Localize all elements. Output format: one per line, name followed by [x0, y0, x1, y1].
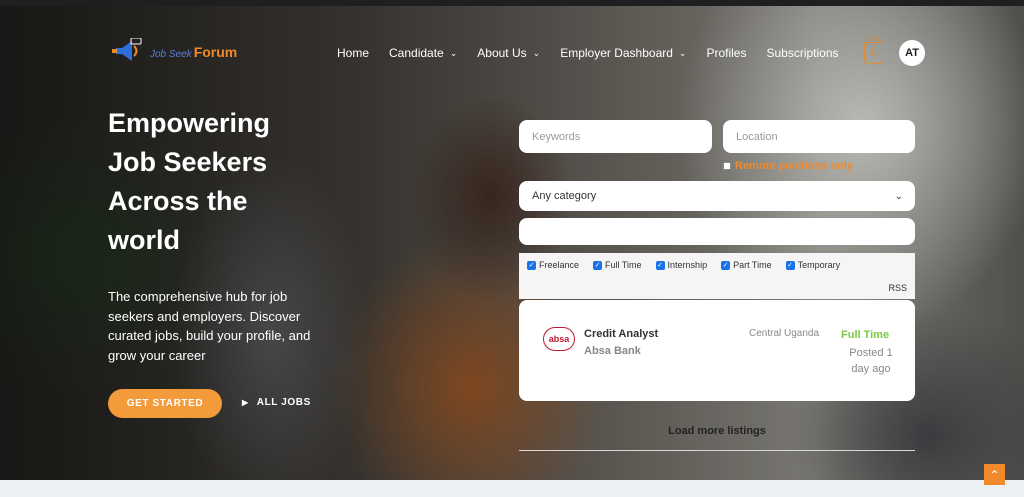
logo-tagline: Job Seek	[150, 48, 192, 60]
nav-profiles[interactable]: Profiles	[706, 46, 746, 60]
job-type-filters: ✓ Freelance ✓ Full Time ✓ Internship ✓ P…	[519, 253, 915, 277]
nav-about-us[interactable]: About Us ⌄	[477, 46, 540, 60]
company-logo-text: absa	[548, 334, 570, 344]
filter-temporary[interactable]: ✓ Temporary	[785, 260, 841, 270]
job-title[interactable]: Credit Analyst	[584, 328, 658, 340]
get-started-button[interactable]: GET STARTED	[108, 389, 222, 418]
rss-row: RSS	[519, 277, 915, 299]
job-location: Central Uganda	[749, 328, 820, 339]
nav-candidate[interactable]: Candidate ⌄	[389, 46, 457, 60]
chevron-down-icon: ⌄	[449, 47, 458, 58]
filter-internship[interactable]: ✓ Internship	[655, 260, 708, 270]
job-type-badge: Full Time	[841, 329, 890, 341]
job-listing-card[interactable]: absa Credit Analyst Absa Bank Central Ug…	[519, 300, 915, 401]
remote-positions-toggle[interactable]: Remote positions only	[723, 160, 853, 172]
filter-freelance-label: Freelance	[539, 260, 580, 270]
nav-subscriptions[interactable]: Subscriptions	[766, 46, 838, 60]
load-more-listings-link[interactable]: Load more listings	[519, 425, 915, 437]
keywords-input[interactable]: Keywords	[519, 120, 712, 153]
location-input[interactable]: Location	[723, 120, 915, 153]
rss-link[interactable]: RSS	[888, 283, 907, 293]
checkbox-checked-icon[interactable]: ✓	[785, 260, 795, 270]
checkbox-checked-icon[interactable]: ✓	[527, 260, 536, 270]
main-nav: Home Candidate ⌄ About Us ⌄ Employer Das…	[337, 46, 859, 60]
keywords-placeholder: Keywords	[532, 130, 581, 143]
nav-about-us-label: About Us	[477, 46, 527, 60]
scroll-to-top-button[interactable]: ⌃	[984, 464, 1005, 485]
get-started-label: GET STARTED	[126, 398, 204, 409]
page-bottom-strip	[0, 480, 1024, 497]
search-extra-input[interactable]	[519, 218, 915, 245]
nav-employer-dashboard[interactable]: Employer Dashboard ⌄	[560, 46, 686, 60]
filter-full-time[interactable]: ✓ Full Time	[593, 260, 642, 270]
all-jobs-link[interactable]: ▶ ALL JOBS	[242, 397, 311, 408]
checkbox-checked-icon[interactable]: ✓	[721, 260, 731, 270]
filter-full-time-label: Full Time	[605, 260, 642, 270]
play-icon: ▶	[242, 398, 249, 407]
avatar[interactable]: AT	[899, 40, 925, 66]
filter-part-time[interactable]: ✓ Part Time	[721, 260, 772, 270]
chevron-up-icon: ⌃	[989, 468, 1000, 482]
nav-employer-dashboard-label: Employer Dashboard	[560, 46, 673, 60]
remote-checkbox[interactable]	[723, 162, 731, 170]
cart-count: 0	[871, 48, 877, 58]
nav-home-label: Home	[337, 46, 370, 60]
avatar-initials: AT	[905, 47, 919, 59]
nav-profiles-label: Profiles	[706, 46, 747, 60]
nav-home[interactable]: Home	[337, 46, 369, 60]
chevron-down-icon: ⌄	[532, 47, 541, 58]
filter-internship-label: Internship	[667, 260, 708, 270]
filter-part-time-label: Part Time	[733, 260, 772, 270]
filter-temporary-label: Temporary	[797, 260, 841, 270]
divider	[519, 450, 915, 451]
chevron-down-icon: ⌄	[894, 190, 903, 202]
logo-brand: Forum	[193, 44, 238, 60]
cart-icon[interactable]: 0	[864, 37, 884, 64]
checkbox-checked-icon[interactable]: ✓	[655, 260, 665, 270]
filter-freelance[interactable]: ✓ Freelance	[527, 260, 579, 270]
job-posted-date: Posted 1 day ago	[849, 347, 893, 375]
company-logo: absa	[543, 327, 575, 351]
checkbox-checked-icon[interactable]: ✓	[593, 260, 603, 270]
nav-subscriptions-label: Subscriptions	[766, 46, 839, 60]
job-company: Absa Bank	[584, 345, 641, 357]
chevron-down-icon: ⌄	[678, 47, 687, 58]
remote-label: Remote positions only	[735, 160, 853, 172]
hero-subtext: The comprehensive hub for job seekers an…	[108, 289, 311, 363]
hero-headline: Empowering Job Seekers Across the world	[108, 108, 271, 255]
site-logo[interactable]: Job Seek Forum	[112, 37, 238, 66]
location-placeholder: Location	[736, 130, 778, 143]
category-value: Any category	[532, 190, 597, 202]
nav-candidate-label: Candidate	[389, 46, 444, 60]
megaphone-icon	[112, 37, 142, 66]
category-select[interactable]: Any category ⌄	[519, 181, 915, 211]
all-jobs-label: ALL JOBS	[256, 397, 311, 408]
